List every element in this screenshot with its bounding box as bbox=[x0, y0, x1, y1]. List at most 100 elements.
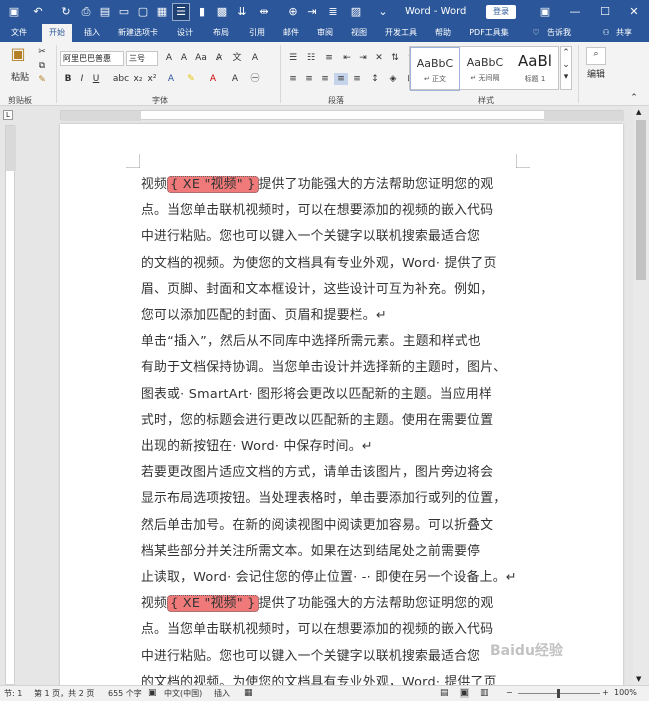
maximize-icon[interactable]: ☐ bbox=[590, 0, 620, 24]
phonetic-icon[interactable]: 文 bbox=[230, 52, 244, 64]
document-page[interactable]: 视频{ XE "视频" } 提供了功能强大的方法帮助您证明您的观 点。当您单击联机… bbox=[60, 124, 623, 692]
bold-icon[interactable]: B bbox=[62, 73, 74, 85]
horizontal-ruler[interactable] bbox=[60, 110, 624, 121]
strikethrough-icon[interactable]: abc bbox=[112, 73, 130, 85]
grow-font-icon[interactable]: A bbox=[162, 52, 176, 64]
tab-new[interactable]: 新建选项卡 bbox=[112, 24, 164, 42]
highlight-icon[interactable]: ✎ bbox=[184, 73, 198, 85]
distributed-icon[interactable]: ≡ bbox=[350, 73, 364, 85]
cut-icon[interactable]: ✂ bbox=[36, 46, 48, 58]
new-doc-icon[interactable]: ▢ bbox=[135, 4, 151, 20]
word-count[interactable]: 655 个字 bbox=[108, 688, 142, 699]
font-color-icon[interactable]: A bbox=[206, 73, 220, 85]
image-icon[interactable]: ▨ bbox=[348, 4, 364, 20]
center-icon[interactable]: ≡ bbox=[302, 73, 316, 85]
font-size-select[interactable]: 三号 bbox=[126, 51, 158, 66]
list-icon[interactable]: ≣ bbox=[325, 4, 341, 20]
insert-textbox-icon[interactable]: ⊕ bbox=[285, 4, 301, 20]
justify-icon[interactable]: ≡ bbox=[334, 73, 348, 85]
tab-design[interactable]: 设计 bbox=[170, 24, 200, 42]
styles-scroll-icon[interactable]: ⌃ ⌄ ▾ bbox=[560, 46, 572, 90]
increase-indent-icon[interactable]: ⇥ bbox=[356, 52, 370, 64]
collapse-ribbon-icon[interactable]: ⌃ bbox=[628, 92, 640, 104]
undo-icon[interactable]: ↶ bbox=[30, 4, 46, 20]
chinese-layout-icon[interactable]: ✕ bbox=[372, 52, 386, 64]
web-layout-icon[interactable]: ▥ bbox=[480, 688, 489, 698]
language-indicator[interactable]: 中文(中国) bbox=[164, 688, 202, 699]
save-icon[interactable]: ▣ bbox=[6, 4, 22, 20]
tab-insert[interactable]: 插入 bbox=[78, 24, 106, 42]
page-indicator[interactable]: 第 1 页，共 2 页 bbox=[34, 688, 94, 699]
print-icon[interactable]: ▤ bbox=[97, 4, 113, 20]
indent-icon[interactable]: ⇥ bbox=[304, 4, 320, 20]
paste-label[interactable]: 粘贴 bbox=[8, 72, 32, 84]
bullets-icon[interactable]: ☰ bbox=[286, 52, 300, 64]
proofing-icon[interactable]: ▣ bbox=[148, 688, 157, 698]
font-name-select[interactable]: 阿里巴巴普惠 bbox=[60, 51, 124, 66]
tab-help[interactable]: 帮助 bbox=[428, 24, 458, 42]
redo-icon[interactable]: ↻ bbox=[58, 4, 74, 20]
clear-format-icon[interactable]: A̷ bbox=[212, 52, 226, 64]
tab-home[interactable]: 开始 bbox=[42, 24, 72, 42]
read-mode-icon[interactable]: ▤ bbox=[440, 688, 449, 698]
section-indicator[interactable]: 节: 1 bbox=[4, 688, 22, 699]
share-icon[interactable]: ⚇ bbox=[600, 24, 612, 42]
minimize-icon[interactable]: — bbox=[560, 0, 590, 24]
open-folder-icon[interactable]: ▭ bbox=[116, 4, 132, 20]
tab-pdf[interactable]: PDF工具集 bbox=[464, 24, 514, 42]
xe-field[interactable]: { XE "视频" } bbox=[167, 176, 259, 193]
zoom-in-icon[interactable]: + bbox=[602, 688, 609, 697]
tab-layout[interactable]: 布局 bbox=[206, 24, 236, 42]
print-preview-icon[interactable]: ⎙ bbox=[78, 4, 94, 20]
tab-view[interactable]: 视图 bbox=[344, 24, 374, 42]
tab-developer[interactable]: 开发工具 bbox=[380, 24, 422, 42]
shading-icon[interactable]: ◈ bbox=[386, 73, 400, 85]
superscript-icon[interactable]: x² bbox=[146, 73, 158, 85]
xe-field[interactable]: { XE "视频" } bbox=[167, 595, 259, 613]
style-normal[interactable]: AaBbC ↵ 正文 bbox=[410, 47, 460, 91]
paste-icon[interactable]: ▣ bbox=[8, 46, 28, 70]
more-icon[interactable]: ⇊ bbox=[234, 4, 250, 20]
insert-mode[interactable]: 插入 bbox=[214, 688, 230, 699]
decrease-indent-icon[interactable]: ⇤ bbox=[340, 52, 354, 64]
close-icon[interactable]: ✕ bbox=[619, 0, 649, 24]
scroll-up-icon[interactable]: ▲ bbox=[636, 108, 641, 116]
align-left-icon[interactable]: ≡ bbox=[286, 73, 300, 85]
line-spacing-icon[interactable]: ↕ bbox=[368, 73, 382, 85]
style-heading-1[interactable]: AaBl 标题 1 bbox=[510, 47, 560, 91]
tab-stop-selector[interactable]: L bbox=[3, 110, 13, 120]
subscript-icon[interactable]: x₂ bbox=[132, 73, 144, 85]
copy-icon[interactable]: ⧉ bbox=[36, 60, 48, 72]
sort-icon[interactable]: ⇅ bbox=[388, 52, 402, 64]
print-layout-icon[interactable]: ▣ bbox=[460, 688, 469, 698]
ribbon-options-icon[interactable]: ▣ bbox=[530, 0, 560, 24]
tab-file[interactable]: 文件 bbox=[4, 24, 34, 42]
tab-mailings[interactable]: 邮件 bbox=[276, 24, 306, 42]
underline-icon[interactable]: U bbox=[90, 73, 102, 85]
zoom-out-icon[interactable]: − bbox=[506, 688, 513, 697]
tab-references[interactable]: 引用 bbox=[242, 24, 272, 42]
table-icon[interactable]: ▦ bbox=[154, 4, 170, 20]
vertical-scrollbar[interactable]: ▲ ▼ bbox=[633, 106, 649, 685]
find-icon[interactable]: ⌕ bbox=[586, 47, 606, 65]
italic-icon[interactable]: I bbox=[76, 73, 88, 85]
editing-label[interactable]: 编辑 bbox=[584, 69, 608, 81]
shrink-font-icon[interactable]: A bbox=[177, 52, 191, 64]
format-painter-icon[interactable]: ✎ bbox=[36, 74, 48, 86]
style-no-spacing[interactable]: AaBbC ↵ 无间隔 bbox=[460, 47, 510, 91]
read-mode-icon[interactable]: ☰ bbox=[172, 3, 190, 21]
enclose-char-icon[interactable]: ㊀ bbox=[248, 73, 262, 85]
zoom-slider-thumb[interactable] bbox=[557, 689, 560, 698]
login-button[interactable]: 登录 bbox=[486, 5, 516, 19]
change-case-icon[interactable]: Aa bbox=[194, 52, 208, 64]
spacing-icon[interactable]: ⇹ bbox=[256, 4, 272, 20]
char-shading-icon[interactable]: A bbox=[228, 73, 242, 85]
zoom-level[interactable]: 100% bbox=[614, 688, 637, 697]
format-painter-icon[interactable]: ▮ bbox=[194, 4, 210, 20]
customize-qa-icon[interactable]: ⌄ bbox=[375, 4, 391, 20]
char-border-icon[interactable]: A bbox=[248, 52, 262, 64]
numbering-icon[interactable]: ☷ bbox=[304, 52, 318, 64]
tab-review[interactable]: 审阅 bbox=[310, 24, 340, 42]
align-right-icon[interactable]: ≡ bbox=[318, 73, 332, 85]
scroll-down-icon[interactable]: ▼ bbox=[636, 675, 641, 683]
